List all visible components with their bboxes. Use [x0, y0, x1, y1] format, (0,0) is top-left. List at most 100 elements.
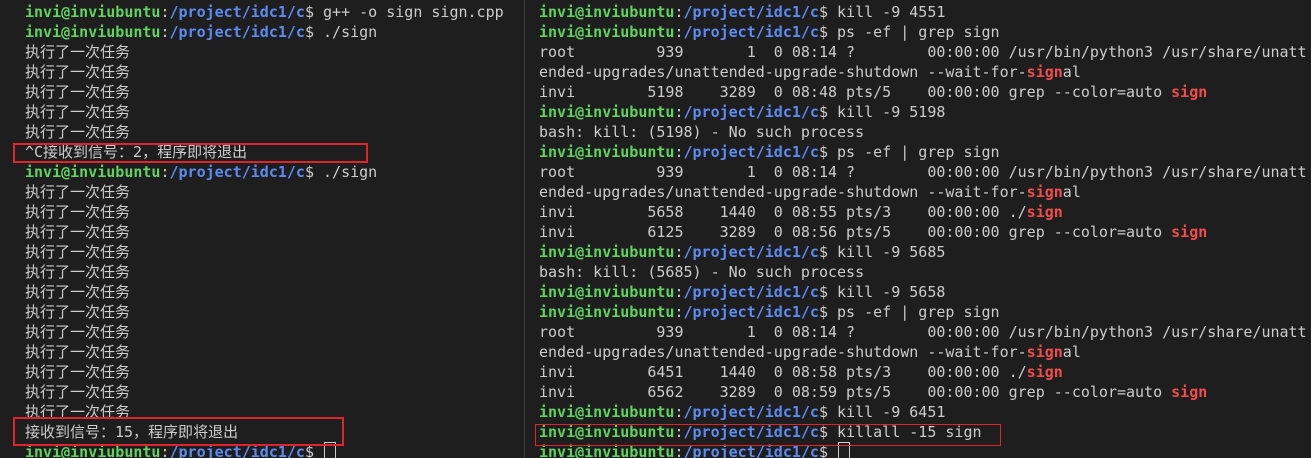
terminal-line: 执行了一次任务 [25, 122, 504, 142]
terminal-text: : [674, 3, 684, 21]
terminal-text: $ ./sign [304, 23, 378, 41]
terminal-line: 执行了一次任务 [25, 382, 504, 402]
terminal-line: 执行了一次任务 [25, 82, 504, 102]
right-terminal-output: invi@inviubuntu:/project/idc1/c$ kill -9… [539, 2, 1307, 458]
prompt-user-host: invi@inviubuntu [539, 3, 675, 21]
left-terminal-pane[interactable]: invi@inviubuntu:/project/idc1/c$ g++ -o … [0, 0, 512, 458]
terminal-text: : [160, 3, 170, 21]
terminal-text: 执行了一次任务 [25, 43, 131, 61]
terminal-text: 执行了一次任务 [25, 263, 131, 281]
terminal-text: $ kill -9 4551 [818, 3, 946, 21]
prompt-path: /project/idc1/c [683, 3, 819, 21]
terminal-line: invi 6562 3289 0 08:59 pts/5 00:00:00 gr… [539, 382, 1307, 402]
terminal-text: 执行了一次任务 [25, 243, 131, 261]
terminal-line: 执行了一次任务 [25, 322, 504, 342]
terminal-line: invi@inviubuntu:/project/idc1/c$ ./sign [25, 162, 504, 182]
terminal-line: 执行了一次任务 [25, 282, 504, 302]
terminal-line: invi@inviubuntu:/project/idc1/c$ ps -ef … [539, 22, 1307, 42]
terminal-line: invi@inviubuntu:/project/idc1/c$ ps -ef … [539, 142, 1307, 162]
terminal-text: 执行了一次任务 [25, 283, 131, 301]
prompt-user-host: invi@inviubuntu [539, 103, 675, 121]
prompt-path: /project/idc1/c [169, 3, 305, 21]
terminal-text: : [674, 103, 684, 121]
terminal-text: : [674, 143, 684, 161]
terminal-text: root 939 1 0 08:14 ? 00:00:00 /usr/bin/p… [539, 323, 1307, 341]
prompt-user-host: invi@inviubuntu [25, 3, 161, 21]
terminal-text: 执行了一次任务 [25, 223, 131, 241]
terminal-line: root 939 1 0 08:14 ? 00:00:00 /usr/bin/p… [539, 322, 1307, 342]
terminal-text: $ ps -ef | grep sign [818, 23, 1000, 41]
terminal-text: : [160, 23, 170, 41]
terminal-line: invi 5198 3289 0 08:48 pts/5 00:00:00 gr… [539, 82, 1307, 102]
terminal-text: 执行了一次任务 [25, 203, 131, 221]
prompt-user-host: invi@inviubuntu [25, 163, 161, 181]
terminal-text: invi 5198 3289 0 08:48 pts/5 00:00:00 gr… [539, 83, 1172, 101]
terminal-text: 执行了一次任务 [25, 343, 131, 361]
terminal-text: bash: kill: (5198) - No such process [539, 123, 865, 141]
terminal-line: invi@inviubuntu:/project/idc1/c$ ./sign [25, 22, 504, 42]
prompt-user-host: invi@inviubuntu [539, 243, 675, 261]
grep-match-text: sign [1171, 83, 1208, 101]
grep-match-text: sign [1026, 203, 1063, 221]
terminal-text: 执行了一次任务 [25, 323, 131, 341]
terminal-line: invi@inviubuntu:/project/idc1/c$ kill -9… [539, 242, 1307, 262]
prompt-user-host: invi@inviubuntu [539, 283, 675, 301]
terminal-text: ended-upgrades/unattended-upgrade-shutdo… [539, 63, 1027, 81]
signal-15-highlight-box [13, 417, 344, 446]
terminal-line: invi@inviubuntu:/project/idc1/c$ kill -9… [539, 282, 1307, 302]
prompt-user-host: invi@inviubuntu [539, 403, 675, 421]
terminal-line: 执行了一次任务 [25, 42, 504, 62]
terminal-line: invi@inviubuntu:/project/idc1/c$ kill -9… [539, 2, 1307, 22]
terminal-text: $ g++ -o sign sign.cpp [304, 3, 504, 21]
prompt-path: /project/idc1/c [169, 163, 305, 181]
terminal-line: 执行了一次任务 [25, 202, 504, 222]
terminal-text: ended-upgrades/unattended-upgrade-shutdo… [539, 183, 1027, 201]
prompt-path: /project/idc1/c [683, 403, 819, 421]
terminal-text: $ ./sign [304, 163, 378, 181]
prompt-path: /project/idc1/c [683, 283, 819, 301]
terminal-text: 执行了一次任务 [25, 103, 131, 121]
grep-match-text: sign [1171, 383, 1208, 401]
terminal-text: invi 6451 1440 0 08:58 pts/3 00:00:00 ./ [539, 363, 1027, 381]
terminal-line: ended-upgrades/unattended-upgrade-shutdo… [539, 342, 1307, 362]
terminal-line: ended-upgrades/unattended-upgrade-shutdo… [539, 62, 1307, 82]
terminal-text: ended-upgrades/unattended-upgrade-shutdo… [539, 343, 1027, 361]
terminal-text: bash: kill: (5685) - No such process [539, 263, 865, 281]
terminal-line: 执行了一次任务 [25, 222, 504, 242]
terminal-line: ended-upgrades/unattended-upgrade-shutdo… [539, 182, 1307, 202]
prompt-path: /project/idc1/c [169, 23, 305, 41]
left-terminal-output: invi@inviubuntu:/project/idc1/c$ g++ -o … [25, 2, 504, 458]
terminal-text: al [1062, 183, 1081, 201]
terminal-text: $ ps -ef | grep sign [818, 143, 1000, 161]
terminal-text: : [674, 303, 684, 321]
right-terminal-pane[interactable]: invi@inviubuntu:/project/idc1/c$ kill -9… [527, 0, 1311, 458]
prompt-user-host: invi@inviubuntu [539, 23, 675, 41]
terminal-text: invi 6562 3289 0 08:59 pts/5 00:00:00 gr… [539, 383, 1172, 401]
prompt-path: /project/idc1/c [683, 303, 819, 321]
grep-match-text: sign [1171, 223, 1208, 241]
terminal-text: : [160, 163, 170, 181]
terminal-line: 执行了一次任务 [25, 182, 504, 202]
terminal-line: invi 5658 1440 0 08:55 pts/3 00:00:00 ./… [539, 202, 1307, 222]
prompt-path: /project/idc1/c [683, 103, 819, 121]
terminal-line: bash: kill: (5198) - No such process [539, 122, 1307, 142]
pane-divider[interactable] [524, 0, 525, 458]
grep-match-text: sign [1026, 343, 1063, 361]
prompt-user-host: invi@inviubuntu [539, 303, 675, 321]
terminal-text: al [1062, 343, 1081, 361]
terminal-text: : [674, 403, 684, 421]
terminal-text: 执行了一次任务 [25, 183, 131, 201]
terminal-line: 执行了一次任务 [25, 302, 504, 322]
terminal-text: root 939 1 0 08:14 ? 00:00:00 /usr/bin/p… [539, 43, 1307, 61]
terminal-text: $ kill -9 5658 [818, 283, 946, 301]
terminal-text: $ kill -9 6451 [818, 403, 946, 421]
terminal-text: root 939 1 0 08:14 ? 00:00:00 /usr/bin/p… [539, 163, 1307, 181]
grep-match-text: sign [1026, 183, 1063, 201]
terminal-line: bash: kill: (5685) - No such process [539, 262, 1307, 282]
prompt-user-host: invi@inviubuntu [539, 143, 675, 161]
terminal-text: al [1062, 63, 1081, 81]
terminal-text: : [674, 283, 684, 301]
prompt-path: /project/idc1/c [683, 243, 819, 261]
terminal-text: 执行了一次任务 [25, 383, 131, 401]
terminal-text: 执行了一次任务 [25, 123, 131, 141]
